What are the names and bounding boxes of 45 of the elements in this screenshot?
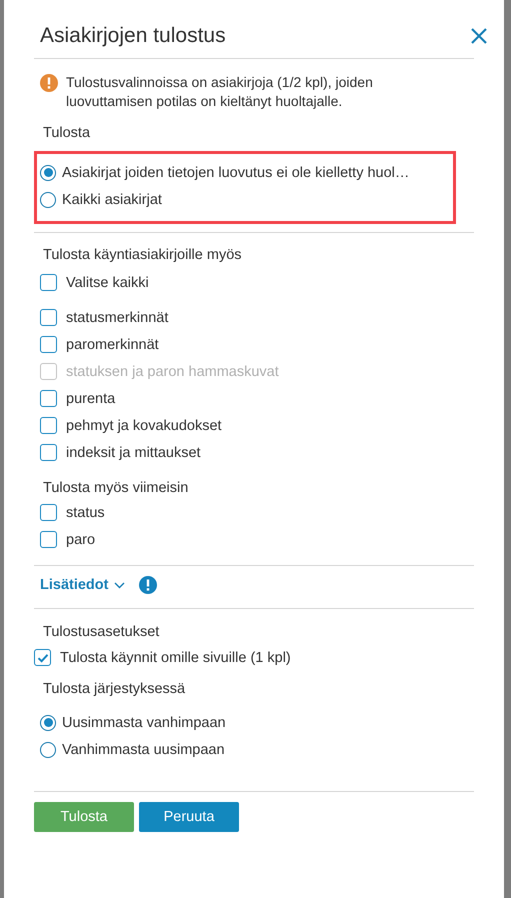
checkbox-label: purenta (66, 390, 116, 406)
dialog-title: Asiakirjojen tulostus (40, 24, 226, 48)
checkbox[interactable] (40, 417, 57, 434)
chevron-icon (114, 582, 126, 588)
warning-icon (40, 74, 58, 92)
check-icon (36, 652, 48, 664)
checkbox-label: indeksit ja mittaukset (66, 444, 201, 460)
checkbox-label: statusmerkinnät (66, 310, 168, 326)
section-label: Tulosta myös viimeisin (42, 479, 190, 498)
more-info-toggle[interactable]: Lisätiedot (40, 577, 126, 593)
checkbox[interactable] (40, 531, 57, 548)
close-icon[interactable] (470, 27, 488, 45)
radio-option[interactable]: Vanhimmasta uusimpaan (40, 736, 474, 763)
radio-option[interactable]: Uusimmasta vanhimpaan (40, 709, 474, 736)
section-label: Tulosta järjestyksessä (42, 680, 186, 699)
radio-button[interactable] (40, 714, 56, 730)
checkbox-label: status (66, 504, 105, 520)
checkbox[interactable] (40, 390, 57, 407)
radio-button[interactable] (40, 164, 56, 180)
info-icon[interactable] (139, 576, 158, 594)
radio-label: Asiakirjat joiden tietojen luovutus ei ole kielletty huol… (62, 164, 410, 180)
radio-button[interactable] (40, 192, 56, 208)
checkbox-label: paromerkinnät (66, 336, 159, 352)
warning-text: Tulostusvalinnoissa on asiakirjoja (1/2 kpl), joiden luovuttamisen potilas on kieltänyt huoltajalle. (66, 73, 374, 111)
checkbox[interactable] (34, 649, 51, 666)
checkbox-label: pehmyt ja kovakudokset (66, 418, 222, 434)
radio-option[interactable]: Asiakirjat joiden tietojen luovutus ei ole kielletty huol… (40, 159, 453, 186)
checkbox[interactable] (40, 336, 57, 353)
radio-label: Kaikki asiakirjat (62, 192, 162, 208)
radio-option[interactable]: Kaikki asiakirjat (40, 186, 453, 213)
checkbox[interactable] (40, 504, 57, 521)
checkbox[interactable] (40, 309, 57, 326)
section-label: Tulostusasetukset (42, 623, 160, 642)
checkbox[interactable] (40, 444, 57, 461)
cancel-button[interactable]: Peruuta (139, 802, 239, 832)
radio-button[interactable] (40, 742, 56, 758)
section-label: Tulosta (42, 125, 92, 141)
checkbox[interactable] (40, 274, 57, 291)
radio-label: Vanhimmasta uusimpaan (62, 742, 225, 758)
radio-label: Uusimmasta vanhimpaan (62, 714, 226, 730)
checkbox-label: Tulosta käynnit omille sivuille (1 kpl) (60, 650, 291, 666)
checkbox-label: Valitse kaikki (66, 274, 149, 290)
checkbox-label: statuksen ja paron hammaskuvat (66, 364, 279, 380)
section-label: Tulosta käyntiasiakirjoille myös (42, 246, 243, 265)
checkbox-label: paro (66, 532, 96, 548)
